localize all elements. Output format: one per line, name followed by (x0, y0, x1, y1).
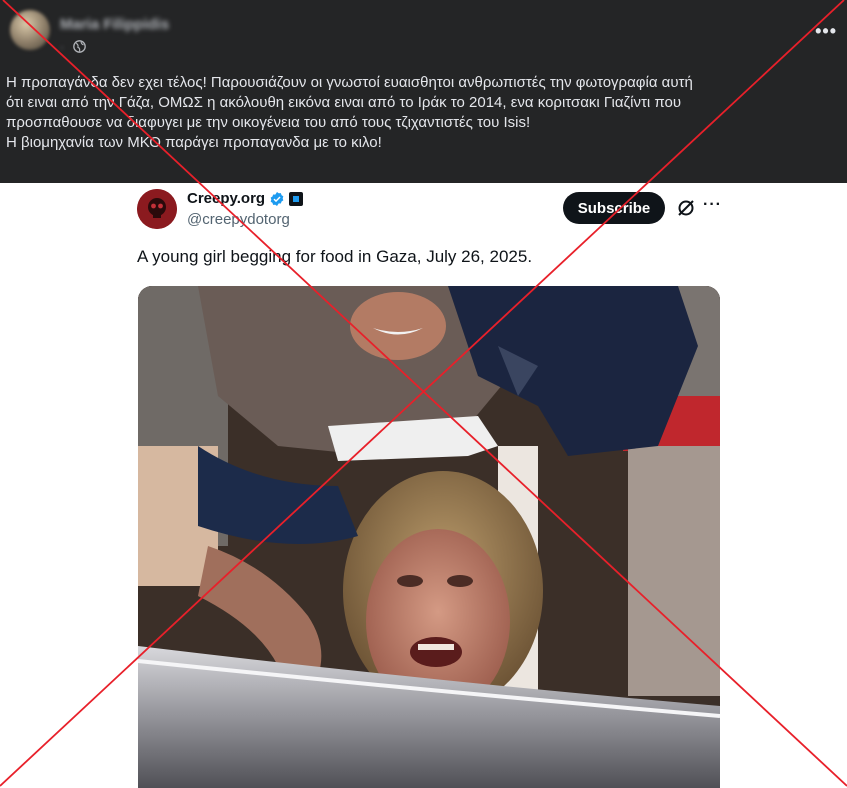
post-text-line: Η βιομηχανία των ΜΚΟ παράγει προπαγανδα … (6, 134, 382, 151)
tweet-display-name[interactable]: Creepy.org (187, 190, 304, 207)
post-text-line: προσπαθουσε να διαφυγει με την οικογένει… (6, 114, 531, 131)
tweet-more-icon[interactable]: ··· (703, 196, 722, 214)
affiliate-badge-icon (289, 191, 304, 206)
author-avatar[interactable] (10, 10, 50, 50)
display-name-text: Creepy.org (187, 190, 266, 207)
post-text: Η προπαγάνδα δεν εχει τέλος! Παρουσιάζου… (6, 73, 842, 153)
verified-badge-icon (270, 191, 284, 206)
grok-icon[interactable] (676, 198, 696, 218)
post-text-line: ότι ειναι από την Γάζα, ΟΜΩΣ η ακόλουθη … (6, 94, 682, 111)
post-meta: · (60, 40, 87, 56)
subscribe-button[interactable]: Subscribe (563, 192, 665, 224)
tweet-handle[interactable]: @creepydotorg (187, 211, 290, 228)
tweet-avatar[interactable] (137, 189, 177, 229)
embedded-tweet: Creepy.org @creepydotorg Subscribe ··· A… (123, 183, 733, 788)
author-name[interactable]: Maria Filippidis (60, 16, 169, 33)
post-text-line: Η προπαγάνδα δεν εχει τέλος! Παρουσιάζου… (6, 74, 693, 91)
tweet-text: A young girl begging for food in Gaza, J… (137, 247, 533, 266)
more-options-icon[interactable]: ••• (815, 22, 837, 40)
tweet-photo[interactable] (138, 286, 720, 788)
meta-dot: · (60, 40, 64, 55)
globe-icon[interactable] (73, 40, 87, 56)
facebook-post: Maria Filippidis · ••• Η προπαγάνδα δεν … (0, 0, 847, 183)
